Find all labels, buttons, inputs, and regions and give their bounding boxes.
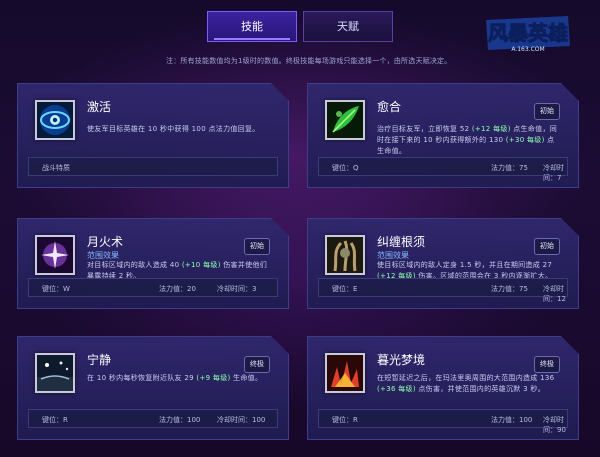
logo-text: 风暴英雄	[488, 21, 568, 45]
keybind: 键位：W	[42, 285, 70, 293]
ability-footer: 键位：E 法力值：75 冷却时间：12	[318, 278, 568, 297]
ability-description: 在短暂延迟之后，在玛法里奥周围的大范围内造成 136 (+36 每级) 点伤害，…	[377, 374, 555, 393]
ability-description: 在 10 秒内每秒恢复附近队友 29 (+9 每级) 生命值。	[87, 374, 263, 382]
moon-spark-icon	[35, 235, 75, 275]
cooldown: 冷却时间：3	[217, 285, 257, 293]
keybind: 键位：R	[42, 416, 68, 424]
ability-footer: 战斗特质	[28, 157, 278, 176]
trait-label: 战斗特质	[42, 164, 70, 172]
keybind: 键位：Q	[332, 164, 359, 172]
ability-name: 纠缠根须	[377, 235, 426, 249]
leaf-icon	[325, 100, 365, 140]
tab-talents[interactable]: 天赋	[303, 11, 393, 42]
keybind: 键位：R	[332, 416, 358, 424]
ability-description: 使友军目标英雄在 10 秒中获得 100 点法力值回复。	[87, 125, 260, 133]
logo-url: A.163.COM	[511, 46, 544, 53]
eye-icon	[35, 100, 75, 140]
ability-footer: 键位：R 法力值：100 冷却时间：90	[318, 409, 568, 428]
tab-bar: 技能 天赋	[207, 11, 393, 42]
ability-description: 治疗目标友军，立即恢复 52 (+12 每级) 点生命值，同时在接下来的 10 …	[377, 125, 558, 155]
logo-graphic: 风暴英雄 A.163.COM	[486, 16, 570, 53]
tier-badge: 终极	[244, 356, 270, 373]
ability-card-heal[interactable]: 愈合 初始 治疗目标友军，立即恢复 52 (+12 每级) 点生命值，同时在接下…	[307, 83, 579, 188]
tier-badge: 初始	[244, 238, 270, 255]
ability-card-tranquility[interactable]: 宁静 终极 在 10 秒内每秒恢复附近队友 29 (+9 每级) 生命值。 键位…	[17, 336, 289, 440]
mana-cost: 法力值：20	[159, 285, 196, 293]
tier-badge: 初始	[534, 238, 560, 255]
tier-badge: 初始	[534, 103, 560, 120]
ability-name: 宁静	[87, 353, 112, 367]
cooldown: 冷却时间：100	[217, 416, 266, 424]
ability-footer: 键位：R 法力值：100 冷却时间：100	[28, 409, 278, 428]
ability-note: 注：所有技能数值均为1级时的数值。终极技能每场游戏只能选择一个，由所选天赋决定。	[166, 57, 452, 65]
site-logo[interactable]: 风暴英雄 A.163.COM	[482, 12, 574, 60]
ability-card-moonfire[interactable]: 月火术 范围效果 对目标区域内的敌人造成 40 (+10 每级) 伤害并使他们暴…	[17, 218, 289, 309]
mana-cost: 法力值：75	[491, 164, 528, 172]
keybind: 键位：E	[332, 285, 358, 293]
ability-footer: 键位：W 法力值：20 冷却时间：3	[28, 278, 278, 297]
mana-cost: 法力值：100	[159, 416, 201, 424]
tier-badge: 终极	[534, 356, 560, 373]
tranquility-icon	[35, 353, 75, 393]
ability-name: 激活	[87, 100, 112, 114]
ability-footer: 键位：Q 法力值：75 冷却时间：7	[318, 157, 568, 176]
ability-card-roots[interactable]: 纠缠根须 范围效果 使目标区域内的敌人定身 1.5 秒，并且在期间造成 27 (…	[307, 218, 579, 309]
ability-card-activate[interactable]: 激活 使友军目标英雄在 10 秒中获得 100 点法力值回复。 战斗特质	[17, 83, 289, 188]
cooldown: 冷却时间：12	[543, 285, 566, 303]
ability-name: 月火术	[87, 235, 124, 249]
cooldown: 冷却时间：7	[543, 164, 564, 182]
dream-icon	[325, 353, 365, 393]
ability-name: 愈合	[377, 100, 402, 114]
mana-cost: 法力值：100	[491, 416, 533, 424]
ability-name: 暮光梦境	[377, 353, 426, 367]
cooldown: 冷却时间：90	[543, 416, 566, 434]
ability-card-twilight-dream[interactable]: 暮光梦境 终极 在短暂延迟之后，在玛法里奥周围的大范围内造成 136 (+36 …	[307, 336, 579, 440]
tab-skills[interactable]: 技能	[207, 11, 297, 42]
roots-icon	[325, 235, 365, 275]
mana-cost: 法力值：75	[491, 285, 528, 293]
